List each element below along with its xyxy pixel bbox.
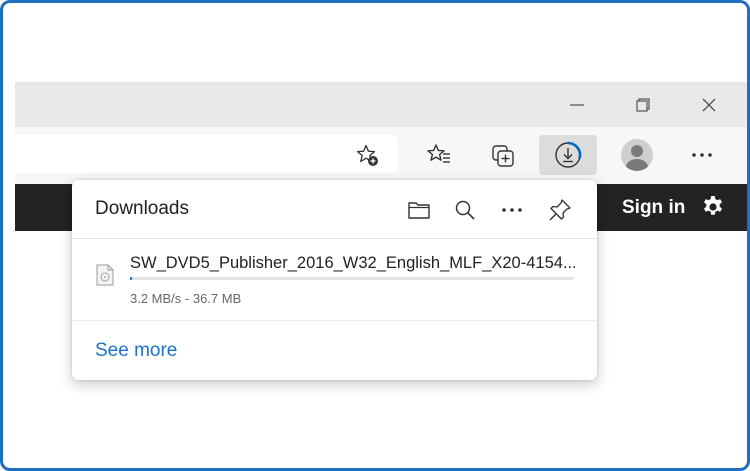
open-folder-icon <box>408 202 430 219</box>
browser-toolbar <box>15 127 747 184</box>
more-icon <box>502 208 522 212</box>
downloads-button[interactable] <box>539 135 597 175</box>
download-file-name[interactable]: SW_DVD5_Publisher_2016_W32_English_MLF_X… <box>130 254 575 273</box>
favorites-button[interactable] <box>417 135 461 175</box>
minimize-button[interactable] <box>544 82 610 127</box>
pin-icon <box>549 199 571 221</box>
screenshot-frame: Sign in Downloads SW_DVD5_Publisher_2016… <box>0 0 750 471</box>
profile-avatar <box>621 139 653 171</box>
add-favorite-icon[interactable] <box>355 143 379 167</box>
minimize-icon <box>570 103 584 106</box>
favorites-icon <box>427 144 450 163</box>
search-icon <box>455 200 475 220</box>
collections-button[interactable] <box>481 135 525 175</box>
divider <box>72 238 597 239</box>
collections-icon <box>492 145 514 167</box>
more-downloads-options-button[interactable] <box>498 196 526 224</box>
address-bar[interactable] <box>15 135 398 173</box>
search-downloads-button[interactable] <box>451 196 479 224</box>
download-progress-bar <box>130 277 574 280</box>
sign-in-link[interactable]: Sign in <box>622 197 685 219</box>
downloads-flyout: Downloads SW_DVD5_Publisher_2016_W32_Eng… <box>72 180 597 380</box>
downloads-title: Downloads <box>95 198 189 219</box>
pin-flyout-button[interactable] <box>546 196 574 224</box>
close-icon <box>702 98 716 111</box>
title-bar <box>15 82 747 127</box>
more-icon <box>692 153 712 157</box>
divider <box>72 320 597 321</box>
downloads-progress-icon <box>555 141 582 168</box>
download-status: 3.2 MB/s - 36.7 MB <box>130 291 242 306</box>
file-icon <box>96 264 114 286</box>
settings-and-more-button[interactable] <box>680 135 724 175</box>
download-progress-fill <box>130 277 133 280</box>
restore-button[interactable] <box>610 82 676 127</box>
profile-button[interactable] <box>611 135 663 175</box>
download-item[interactable]: SW_DVD5_Publisher_2016_W32_English_MLF_X… <box>72 246 597 316</box>
open-downloads-folder-button[interactable] <box>405 196 433 224</box>
see-more-link[interactable]: See more <box>95 340 177 362</box>
restore-icon <box>636 97 650 112</box>
gear-icon[interactable] <box>701 195 725 219</box>
close-button[interactable] <box>676 82 742 127</box>
